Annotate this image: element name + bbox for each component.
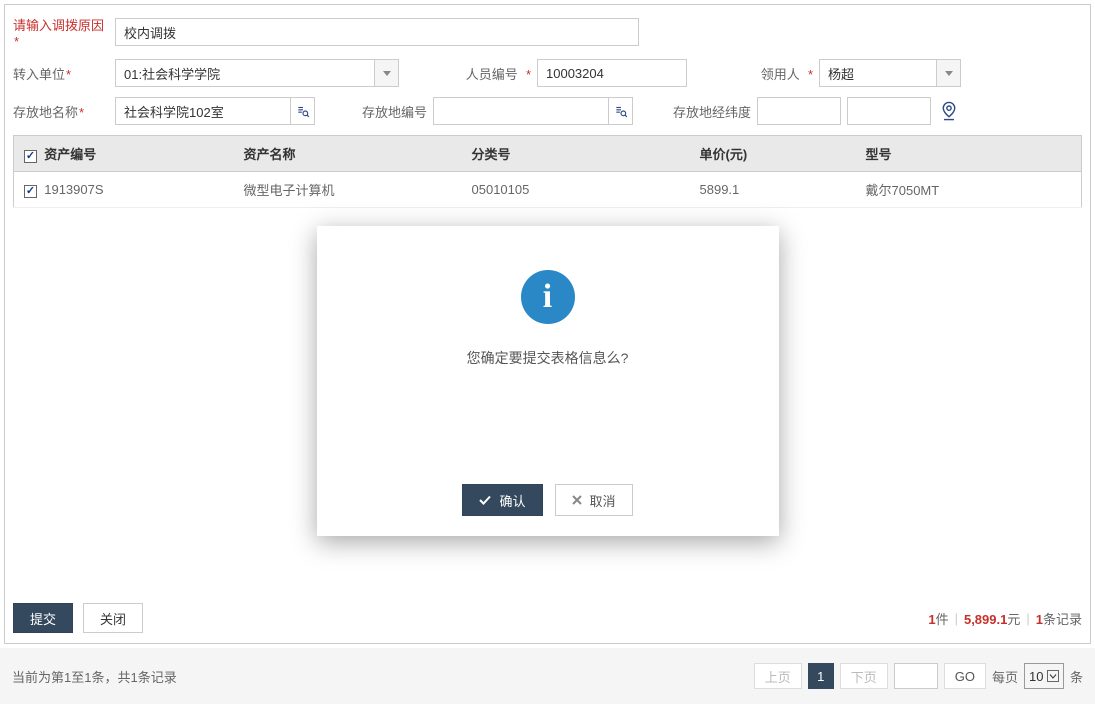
modal-message: 您确定要提交表格信息么? xyxy=(337,348,759,368)
cell-class-no: 05010105 xyxy=(462,172,690,208)
panel-footer: 提交 关闭 1件 | 5,899.1元 | 1条记录 xyxy=(13,603,1082,633)
col-asset-no: 资产编号 xyxy=(44,147,96,162)
search-icon[interactable] xyxy=(609,97,633,125)
loc-coord-label: 存放地经纬度 xyxy=(663,102,751,121)
location-pin-icon[interactable] xyxy=(937,97,961,125)
cell-price: 5899.1 xyxy=(690,172,856,208)
search-icon[interactable] xyxy=(291,97,315,125)
recipient-value: 杨超 xyxy=(819,59,937,87)
summary-amount: 5,899.1 xyxy=(964,612,1007,627)
asset-table: 资产编号 资产名称 分类号 单价(元) 型号 1913907S 微型电子计算机 … xyxy=(13,135,1082,208)
pager-perpage-label: 每页 xyxy=(992,667,1018,686)
pager-bar: 当前为第1至1条，共1条记录 上页 1 下页 GO 每页 10 条 xyxy=(0,648,1095,704)
pager-current[interactable]: 1 xyxy=(808,663,834,689)
pager-page-input[interactable] xyxy=(894,663,938,689)
col-model: 型号 xyxy=(856,136,1082,172)
modal-cancel-button[interactable]: 取消 xyxy=(555,484,633,516)
table-header-row: 资产编号 资产名称 分类号 单价(元) 型号 xyxy=(14,136,1082,172)
recipient-label: 领用人 * xyxy=(743,64,813,83)
modal-confirm-button[interactable]: 确认 xyxy=(462,484,542,516)
reason-input[interactable] xyxy=(115,18,639,46)
pager-controls: 上页 1 下页 GO 每页 10 条 xyxy=(754,663,1083,689)
dept-select-value: 01:社会科学学院 xyxy=(115,59,375,87)
summary-records: 1 xyxy=(1036,612,1043,627)
pager-tail: 条 xyxy=(1070,667,1083,686)
chevron-down-icon xyxy=(1047,670,1059,682)
row-location: 存放地名称* 存放地编号 存放地经纬度 xyxy=(13,97,1082,125)
loc-name-input-wrap xyxy=(115,97,315,125)
pager-status: 当前为第1至1条，共1条记录 xyxy=(12,667,177,686)
dept-label: 转入单位* xyxy=(13,64,109,83)
close-icon xyxy=(572,495,582,505)
col-asset-name: 资产名称 xyxy=(234,136,462,172)
pager-next[interactable]: 下页 xyxy=(840,663,888,689)
confirm-modal: i 您确定要提交表格信息么? 确认 取消 xyxy=(317,226,779,536)
cell-model: 戴尔7050MT xyxy=(856,172,1082,208)
dept-select[interactable]: 01:社会科学学院 xyxy=(115,59,399,87)
select-all-checkbox[interactable] xyxy=(24,150,37,163)
loc-code-input-wrap xyxy=(433,97,633,125)
row-reason: 请输入调拨原因* xyxy=(13,15,1082,49)
cell-asset-no: 1913907S xyxy=(44,182,103,197)
pager-go[interactable]: GO xyxy=(944,663,986,689)
emp-label: 人员编号 * xyxy=(445,64,531,83)
summary-bar: 1件 | 5,899.1元 | 1条记录 xyxy=(928,609,1082,628)
check-icon xyxy=(479,495,491,505)
table-row[interactable]: 1913907S 微型电子计算机 05010105 5899.1 戴尔7050M… xyxy=(14,172,1082,208)
cell-asset-name: 微型电子计算机 xyxy=(234,172,462,208)
col-price: 单价(元) xyxy=(690,136,856,172)
emp-input[interactable] xyxy=(537,59,687,87)
loc-coord-input-2[interactable] xyxy=(847,97,931,125)
submit-button[interactable]: 提交 xyxy=(13,603,73,633)
info-icon: i xyxy=(521,270,575,324)
close-button[interactable]: 关闭 xyxy=(83,603,143,633)
row-checkbox[interactable] xyxy=(24,185,37,198)
loc-coord-input-1[interactable] xyxy=(757,97,841,125)
row-dept: 转入单位* 01:社会科学学院 人员编号 * 领用人 * 杨超 xyxy=(13,59,1082,87)
pager-prev[interactable]: 上页 xyxy=(754,663,802,689)
summary-count: 1 xyxy=(928,612,935,627)
loc-code-input[interactable] xyxy=(433,97,609,125)
loc-code-label: 存放地编号 xyxy=(349,102,427,121)
chevron-down-icon[interactable] xyxy=(937,59,961,87)
recipient-select[interactable]: 杨超 xyxy=(819,59,961,87)
loc-name-input[interactable] xyxy=(115,97,291,125)
pager-perpage-select[interactable]: 10 xyxy=(1024,663,1064,689)
reason-label: 请输入调拨原因* xyxy=(13,15,109,49)
loc-name-label: 存放地名称* xyxy=(13,102,109,121)
col-class-no: 分类号 xyxy=(462,136,690,172)
chevron-down-icon[interactable] xyxy=(375,59,399,87)
